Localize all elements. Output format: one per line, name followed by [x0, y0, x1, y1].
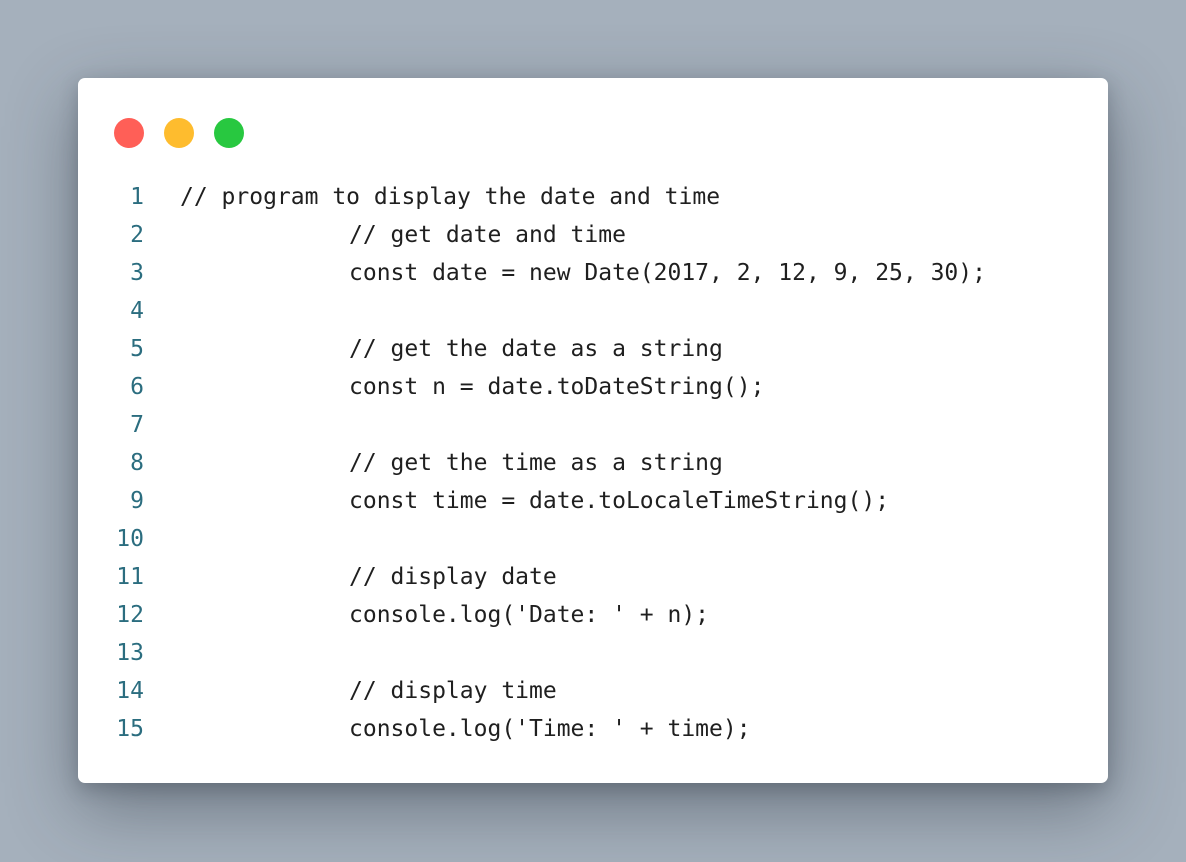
line-number: 13 — [116, 640, 144, 666]
code-line: 15 console.log('Time: ' + time); — [78, 710, 1108, 748]
code-editor[interactable]: 1 // program to display the date and time… — [78, 178, 1108, 748]
line-number: 1 — [130, 184, 144, 210]
code-line: 12 console.log('Date: ' + n); — [78, 596, 1108, 634]
code-line: 1 // program to display the date and time — [78, 178, 1108, 216]
line-number: 8 — [130, 450, 144, 476]
code-line: 4 — [78, 292, 1108, 330]
zoom-button[interactable] — [214, 118, 244, 148]
line-code: // program to display the date and time — [180, 184, 721, 210]
code-line: 5 // get the date as a string — [78, 330, 1108, 368]
code-window: 1 // program to display the date and time… — [78, 78, 1108, 783]
code-line: 3 const date = new Date(2017, 2, 12, 9, 2… — [78, 254, 1108, 292]
code-line: 14 // display time — [78, 672, 1108, 710]
line-number: 15 — [116, 716, 144, 742]
line-code: const n = date.toDateString(); — [349, 374, 765, 400]
line-number: 2 — [130, 222, 144, 248]
code-line: 9 const time = date.toLocaleTimeString(); — [78, 482, 1108, 520]
code-line: 6 const n = date.toDateString(); — [78, 368, 1108, 406]
line-number: 10 — [116, 526, 144, 552]
line-number: 9 — [130, 488, 144, 514]
minimize-button[interactable] — [164, 118, 194, 148]
code-line: 11 // display date — [78, 558, 1108, 596]
window-controls — [114, 118, 264, 148]
line-number: 11 — [116, 564, 144, 590]
code-line: 8 // get the time as a string — [78, 444, 1108, 482]
code-line: 7 — [78, 406, 1108, 444]
line-number: 6 — [130, 374, 144, 400]
line-code: // get the time as a string — [349, 450, 723, 476]
line-number: 5 — [130, 336, 144, 362]
close-button[interactable] — [114, 118, 144, 148]
line-number: 7 — [130, 412, 144, 438]
line-code: console.log('Time: ' + time); — [349, 716, 751, 742]
line-number: 3 — [130, 260, 144, 286]
code-line: 13 — [78, 634, 1108, 672]
line-code: // get the date as a string — [349, 336, 723, 362]
line-number: 14 — [116, 678, 144, 704]
line-code: const date = new Date(2017, 2, 12, 9, 25… — [349, 260, 986, 286]
line-code: // display date — [349, 564, 557, 590]
line-number: 12 — [116, 602, 144, 628]
line-number: 4 — [130, 298, 144, 324]
line-code: // display time — [349, 678, 557, 704]
code-line: 2 // get date and time — [78, 216, 1108, 254]
code-line: 10 — [78, 520, 1108, 558]
line-code: const time = date.toLocaleTimeString(); — [349, 488, 890, 514]
line-code: console.log('Date: ' + n); — [349, 602, 710, 628]
line-code: // get date and time — [349, 222, 626, 248]
